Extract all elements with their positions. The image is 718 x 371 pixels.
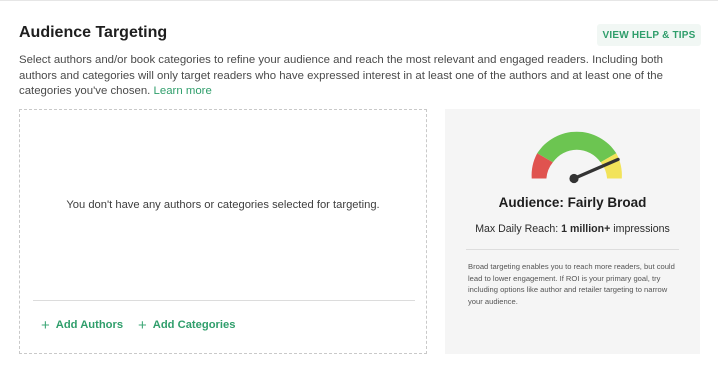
audience-gauge: [531, 131, 622, 184]
plus-icon: +: [41, 316, 50, 334]
gauge-segment-mid: [537, 131, 617, 163]
divider: [466, 249, 679, 250]
add-authors-label: Add Authors: [55, 319, 124, 331]
max-daily-reach-label: Max Daily Reach:: [475, 223, 559, 235]
divider: [33, 300, 415, 301]
section-description: Select authors and/or book categories to…: [19, 53, 689, 100]
audience-targeting-section: Audience Targeting VIEW HELP & TIPS Sele…: [0, 0, 718, 371]
audience-breadth-label: Audience: Fairly Broad: [498, 195, 647, 210]
plus-icon: +: [138, 316, 147, 334]
view-help-tips-button[interactable]: VIEW HELP & TIPS: [597, 24, 701, 46]
max-daily-reach-unit: impressions: [613, 223, 670, 235]
audience-reach-panel: Audience: Fairly Broad Max Daily Reach: …: [445, 109, 700, 354]
max-daily-reach-value: 1 million+: [561, 223, 611, 235]
targeting-advice-note: Broad targeting enables you to reach mor…: [468, 262, 675, 306]
learn-more-link[interactable]: Learn more: [154, 85, 212, 97]
section-title: Audience Targeting: [19, 24, 168, 41]
empty-targeting-message: You don't have any authors or categories…: [66, 199, 380, 211]
add-authors-button[interactable]: + Add Authors: [41, 316, 124, 334]
targeting-selection-box: You don't have any authors or categories…: [19, 109, 427, 354]
max-daily-reach: Max Daily Reach: 1 million+ impressions: [445, 223, 700, 235]
gauge-hub: [569, 173, 579, 184]
add-categories-label: Add Categories: [152, 319, 236, 331]
description-text: Select authors and/or book categories to…: [19, 54, 663, 97]
add-categories-button[interactable]: + Add Categories: [138, 316, 236, 334]
